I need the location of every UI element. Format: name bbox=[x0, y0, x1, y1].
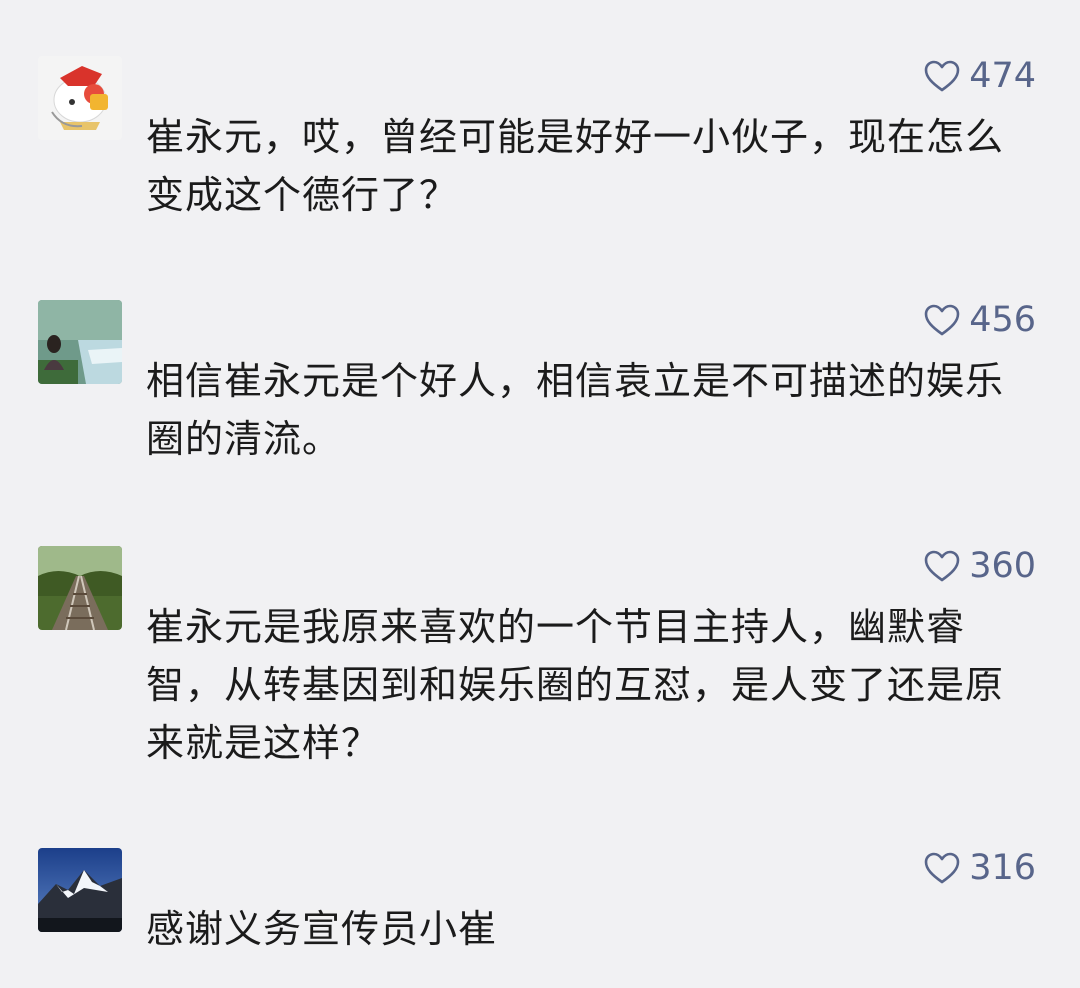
like-button[interactable]: 316 bbox=[923, 848, 1036, 888]
comment-item: 360 崔永元是我原来喜欢的一个节目主持人，幽默睿智，从转基因到和娱乐圈的互怼，… bbox=[0, 546, 1080, 776]
like-count: 360 bbox=[969, 546, 1036, 586]
user-avatar[interactable] bbox=[38, 546, 122, 630]
like-button[interactable]: 360 bbox=[923, 546, 1036, 586]
comment-item: 316 感谢义务宣传员小崔 bbox=[0, 848, 1080, 968]
heart-outline-icon bbox=[924, 304, 960, 336]
railway-avatar-image bbox=[38, 546, 122, 630]
user-avatar[interactable] bbox=[38, 300, 122, 384]
user-avatar[interactable] bbox=[38, 848, 122, 932]
like-count: 474 bbox=[969, 56, 1036, 96]
heart-outline-icon bbox=[924, 60, 960, 92]
waterfall-person-avatar-image bbox=[38, 300, 122, 384]
comment-text: 崔永元是我原来喜欢的一个节目主持人，幽默睿智，从转基因到和娱乐圈的互怼，是人变了… bbox=[146, 605, 1005, 765]
comment-text: 感谢义务宣传员小崔 bbox=[146, 907, 498, 951]
heart-outline-icon bbox=[924, 852, 960, 884]
cartoon-avatar-image bbox=[38, 56, 122, 140]
like-button[interactable]: 474 bbox=[923, 56, 1036, 96]
comment-text: 崔永元，哎，曾经可能是好好一小伙子，现在怎么变成这个德行了？ bbox=[146, 115, 1005, 217]
heart-outline-icon bbox=[924, 550, 960, 582]
comment-item: 456 相信崔永元是个好人，相信袁立是不可描述的娱乐圈的清流。 bbox=[0, 300, 1080, 470]
user-avatar[interactable] bbox=[38, 56, 122, 140]
like-count: 316 bbox=[969, 848, 1036, 888]
like-button[interactable]: 456 bbox=[923, 300, 1036, 340]
snow-mountain-avatar-image bbox=[38, 848, 122, 932]
like-count: 456 bbox=[969, 300, 1036, 340]
comment-text: 相信崔永元是个好人，相信袁立是不可描述的娱乐圈的清流。 bbox=[146, 359, 1005, 461]
comment-item: 474 崔永元，哎，曾经可能是好好一小伙子，现在怎么变成这个德行了？ bbox=[0, 56, 1080, 226]
